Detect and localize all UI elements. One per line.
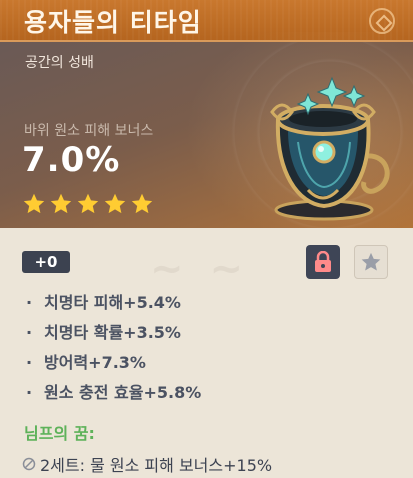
star-icon bbox=[77, 193, 99, 214]
rarity-stars bbox=[22, 192, 154, 216]
substat-item: 치명타 확률+3.5% bbox=[24, 318, 201, 348]
panel-watermark: ~ ~ bbox=[150, 246, 249, 292]
ornament-icon bbox=[369, 8, 395, 34]
substat-item: 방어력+7.3% bbox=[24, 348, 201, 378]
set-inactive-icon bbox=[22, 457, 36, 471]
lock-button[interactable] bbox=[306, 245, 340, 279]
artifact-info-panel: ~ ~ +0 치명타 피해+5.4% 치명타 확률+3.5% 방어력+7.3% … bbox=[0, 228, 413, 478]
main-stat-value: 7.0% bbox=[22, 140, 121, 180]
favorite-star-icon bbox=[361, 252, 381, 271]
main-stat-name: 바위 원소 피해 보너스 bbox=[24, 123, 154, 139]
artifact-detail-card: 용자들의 티타임 공간의 성배 바위 원소 피해 보너스 7.0% ~ ~ +0… bbox=[0, 0, 413, 478]
set-name: 님프의 꿈: bbox=[24, 424, 95, 443]
substat-item: 원소 충전 효율+5.8% bbox=[24, 378, 201, 408]
substat-item: 치명타 피해+5.4% bbox=[24, 288, 201, 318]
set-bonus-2: 2세트: 물 원소 피해 보너스+15% bbox=[22, 452, 272, 476]
lock-icon bbox=[315, 251, 331, 272]
set-bonus-text: 2세트: 물 원소 피해 보너스+15% bbox=[40, 456, 273, 475]
star-icon bbox=[131, 193, 153, 214]
star-icon bbox=[50, 193, 72, 214]
artifact-goblet-image bbox=[270, 76, 390, 221]
star-icon bbox=[104, 193, 126, 214]
artifact-slot-type: 공간의 성배 bbox=[25, 55, 94, 71]
substat-list: 치명타 피해+5.4% 치명타 확률+3.5% 방어력+7.3% 원소 충전 효… bbox=[24, 288, 201, 408]
artifact-hero: 공간의 성배 바위 원소 피해 보너스 7.0% bbox=[0, 32, 413, 252]
star-icon bbox=[23, 193, 45, 214]
favorite-button[interactable] bbox=[354, 245, 388, 279]
level-badge: +0 bbox=[22, 251, 70, 273]
